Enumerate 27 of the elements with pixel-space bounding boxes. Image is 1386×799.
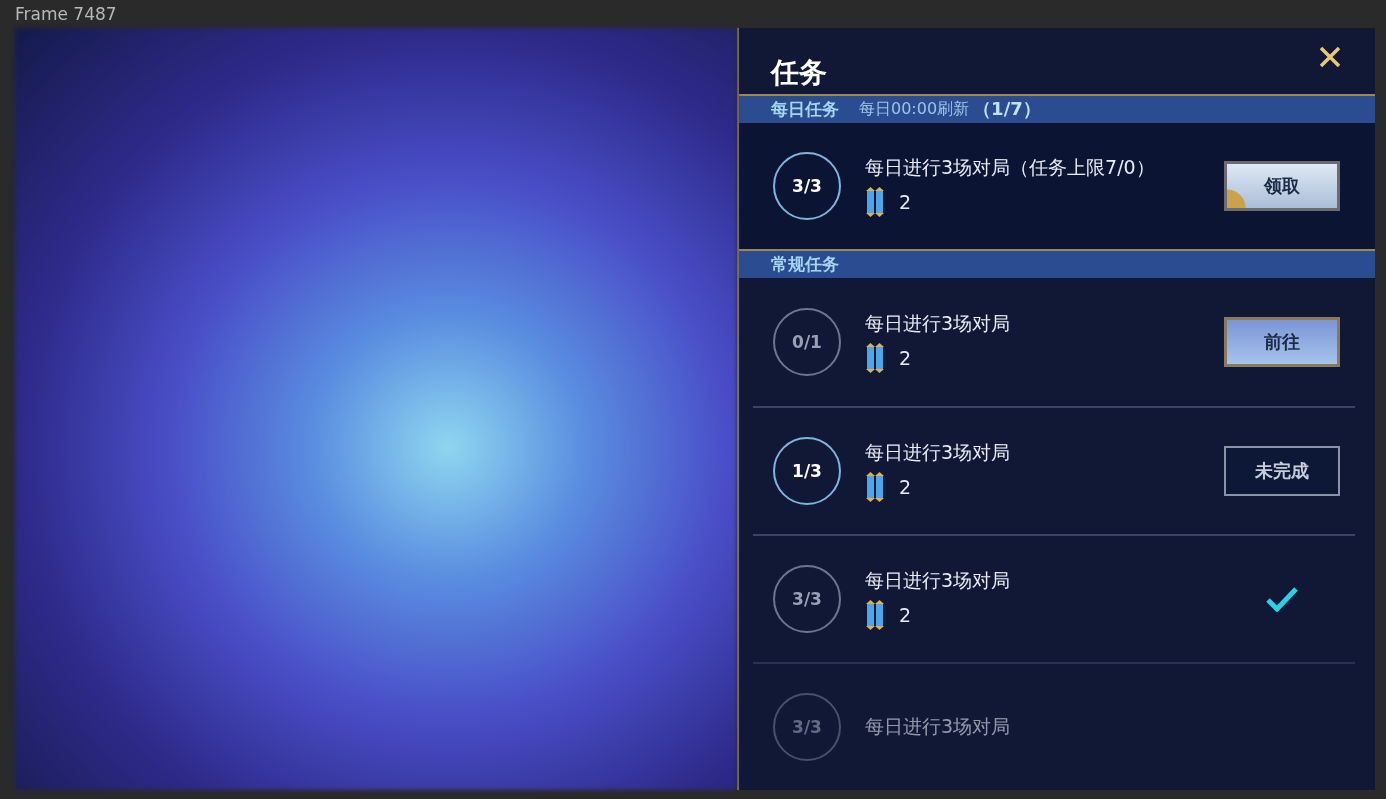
scroll-icon (865, 186, 885, 217)
progress-ring: 0/1 (773, 308, 841, 376)
frame-label: Frame 7487 (15, 4, 117, 24)
task-description: 每日进行3场对局 (865, 568, 1012, 593)
progress-ring: 3/3 (773, 693, 841, 761)
panel-title: 任务 (771, 54, 827, 91)
progress-ring: 3/3 (773, 565, 841, 633)
section-header: 常规任务 (739, 250, 1375, 278)
reward-count: 2 (899, 604, 912, 626)
progress-ring: 3/3 (773, 151, 841, 220)
go-button[interactable]: 前往 (1224, 317, 1340, 367)
incomplete-button[interactable]: 未完成 (1224, 446, 1340, 496)
close-button[interactable] (1319, 45, 1341, 68)
scroll-icon (865, 472, 885, 502)
checkmark-icon (1266, 586, 1298, 612)
progress-ring: 1/3 (773, 437, 841, 505)
section-header: 每日任务 每日00:00刷新 （1/7） (739, 95, 1375, 123)
reward-count: 2 (899, 476, 912, 498)
scroll-icon (865, 600, 885, 630)
task-description: 每日进行3场对局 (865, 714, 1012, 739)
task-description: 每日进行3场对局 (865, 311, 1012, 336)
task-description: 每日进行3场对局（任务上限7/0） (865, 154, 1156, 180)
reward-count: 2 (899, 347, 912, 369)
reward-count: 2 (899, 190, 912, 213)
scroll-icon (865, 343, 885, 373)
task-description: 每日进行3场对局 (865, 440, 1012, 465)
claim-button[interactable]: 领取 (1224, 160, 1340, 211)
